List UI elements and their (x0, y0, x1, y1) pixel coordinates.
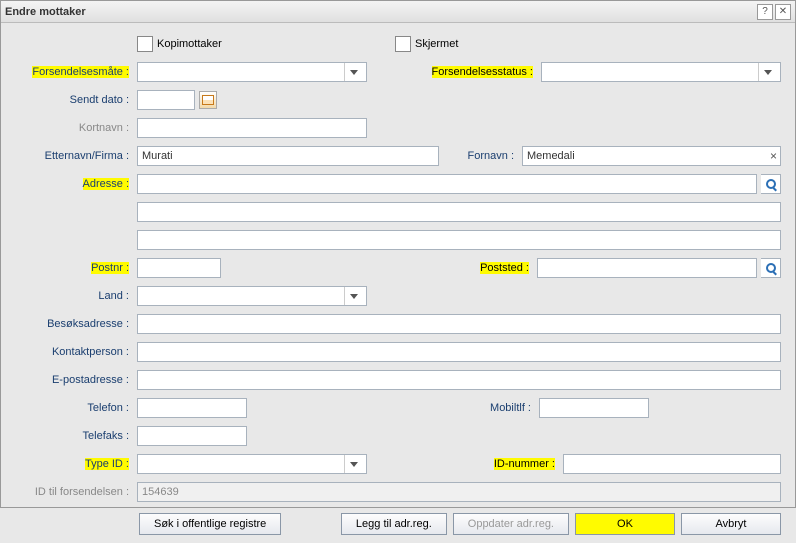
adresse1-input[interactable] (137, 174, 757, 194)
avbryt-button[interactable]: Avbryt (681, 513, 781, 535)
etternavn-firma-label: Etternavn/Firma : (15, 150, 133, 162)
forsendelsesmate-select[interactable] (137, 62, 367, 82)
adresse3-input[interactable] (137, 230, 781, 250)
checkbox-icon (395, 36, 411, 52)
chevron-down-icon (758, 63, 776, 81)
chevron-down-icon (344, 287, 362, 305)
telefon-label: Telefon : (15, 402, 133, 414)
epostadresse-label: E-postadresse : (15, 374, 133, 386)
oppdater-button: Oppdater adr.reg. (453, 513, 569, 535)
sendt-dato-input[interactable] (137, 90, 195, 110)
fornavn-input[interactable] (522, 146, 781, 166)
forsendelsesmate-label: Forsendelsesmåte : (15, 66, 133, 78)
id-forsendelsen-label: ID til forsendelsen : (15, 486, 133, 498)
postnr-label: Postnr : (15, 262, 133, 274)
poststed-label: Poststed : (480, 262, 533, 274)
skjermet-label: Skjermet (415, 38, 458, 50)
kortnavn-input[interactable] (137, 118, 367, 138)
mobiltlf-input[interactable] (539, 398, 649, 418)
adresse-search-button[interactable] (761, 174, 781, 194)
skjermet-checkbox[interactable]: Skjermet (395, 36, 458, 52)
close-icon[interactable]: ✕ (775, 4, 791, 20)
kopimottaker-label: Kopimottaker (157, 38, 222, 50)
forsendelsesstatus-select[interactable] (541, 62, 781, 82)
etternavn-firma-input[interactable] (137, 146, 439, 166)
land-select[interactable] (137, 286, 367, 306)
land-label: Land : (15, 290, 133, 302)
legg-til-button[interactable]: Legg til adr.reg. (341, 513, 447, 535)
poststed-input[interactable] (537, 258, 757, 278)
fornavn-label: Fornavn : (443, 150, 518, 162)
adresse2-input[interactable] (137, 202, 781, 222)
search-icon (766, 179, 776, 189)
mobiltlf-label: Mobiltlf : (475, 402, 535, 414)
adresse-label: Adresse : (15, 178, 133, 190)
help-icon[interactable]: ? (757, 4, 773, 20)
telefaks-label: Telefaks : (15, 430, 133, 442)
window-title: Endre mottaker (5, 6, 86, 18)
sok-registre-button[interactable]: Søk i offentlige registre (139, 513, 281, 535)
sendt-dato-label: Sendt dato : (15, 94, 133, 106)
kontaktperson-input[interactable] (137, 342, 781, 362)
kortnavn-label: Kortnavn : (15, 122, 133, 134)
chevron-down-icon (344, 455, 362, 473)
id-nummer-input[interactable] (563, 454, 781, 474)
id-nummer-label: ID-nummer : (494, 458, 559, 470)
poststed-search-button[interactable] (761, 258, 781, 278)
form-body: Kopimottaker Skjermet Forsendelsesmåte :… (1, 23, 795, 543)
chevron-down-icon (344, 63, 362, 81)
besoksadresse-input[interactable] (137, 314, 781, 334)
postnr-input[interactable] (137, 258, 221, 278)
search-icon (766, 263, 776, 273)
forsendelsesstatus-label: Forsendelsesstatus : (432, 66, 538, 78)
type-id-label: Type ID : (15, 458, 133, 470)
id-forsendelsen-input (137, 482, 781, 502)
calendar-icon[interactable] (199, 91, 217, 109)
telefon-input[interactable] (137, 398, 247, 418)
titlebar: Endre mottaker ? ✕ (1, 1, 795, 23)
kontaktperson-label: Kontaktperson : (15, 346, 133, 358)
checkbox-icon (137, 36, 153, 52)
window-controls: ? ✕ (757, 4, 791, 20)
clear-icon[interactable]: × (770, 149, 777, 163)
type-id-select[interactable] (137, 454, 367, 474)
epostadresse-input[interactable] (137, 370, 781, 390)
telefaks-input[interactable] (137, 426, 247, 446)
dialog-window: Endre mottaker ? ✕ Kopimottaker Skjermet… (0, 0, 796, 508)
kopimottaker-checkbox[interactable]: Kopimottaker (137, 36, 367, 52)
besoksadresse-label: Besøksadresse : (15, 318, 133, 330)
button-row: Søk i offentlige registre Legg til adr.r… (15, 513, 781, 535)
ok-button[interactable]: OK (575, 513, 675, 535)
